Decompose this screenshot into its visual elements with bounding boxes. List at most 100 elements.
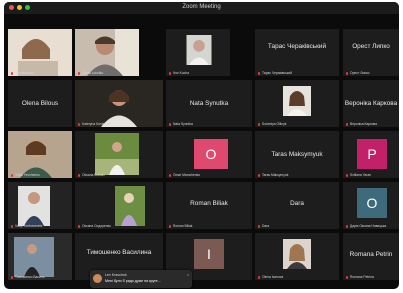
participant-tile[interactable]: Olena Bilous [8,80,72,127]
participant-label: Olena Lokotko [78,71,137,75]
chat-message: Мені було б радо дуже на круге... [105,279,161,283]
participant-avatar: I [194,239,224,269]
participant-label: Орест Липко [346,71,397,75]
participant-name: Nata Synutka [189,100,229,107]
participant-label: Оксана Сидоренко [78,224,161,228]
participant-name: Вероніка Каркова [344,100,398,107]
participant-label: Omar Mamchenko [169,173,250,177]
participant-video [75,29,139,76]
participant-label: Taras Maksymyuk [258,173,337,177]
video-grid: Щербишина Olena Lokotko Ihor Kucha Тарас… [4,16,399,289]
participant-tile[interactable]: Taras Maksymyuk Taras Maksymyuk [255,131,339,178]
participant-name: Taras Maksymyuk [271,151,323,158]
sender-avatar [93,274,102,283]
participant-label: Solomiya Oliinyk [258,122,337,126]
participant-label: Roman Biliak [169,224,250,228]
participant-tile[interactable]: Тарас Чераківський Тарас Чераківський [255,29,339,76]
participant-tile[interactable]: Орест Липко Орест Липко [343,29,399,76]
participant-tile[interactable]: Щербишина [8,29,72,76]
participant-name: Тимошенко Василина [86,249,152,256]
muted-mic-icon [11,224,13,228]
participant-name: Olena Bilous [21,100,59,107]
muted-mic-icon [11,71,13,75]
participant-avatar: P [357,139,387,169]
participant-label: Romana Petrina [346,275,397,279]
participant-video [8,131,72,178]
participant-name: Тарас Чераківський [267,43,327,50]
participant-label: Nata Synutka [169,122,250,126]
muted-mic-icon [78,71,80,75]
muted-mic-icon [169,71,171,75]
participant-video [8,29,72,76]
muted-mic-icon [11,173,13,177]
participant-video [186,35,212,65]
muted-mic-icon [258,71,260,75]
participant-tile[interactable]: Тимошенко Василь [8,233,72,280]
muted-mic-icon [258,275,260,279]
muted-mic-icon [169,122,171,126]
participant-avatar: O [194,139,228,169]
participant-video [75,80,163,127]
participant-video [8,182,72,229]
participant-tile-active-speaker[interactable]: Kateryna Kostenko [75,80,163,127]
muted-mic-icon [346,122,348,126]
participant-tile[interactable]: Dara Dara [255,182,339,229]
participant-video [75,182,163,229]
participant-name: Орест Липко [352,43,390,50]
close-icon[interactable]: × [187,272,189,277]
muted-mic-icon [169,173,171,177]
muted-mic-icon [346,71,348,75]
participant-label: Тарас Чераківський [258,71,337,75]
participant-tile[interactable]: Оксана Сидоренко [75,182,163,229]
participant-label: Щербишина [11,71,70,75]
muted-mic-icon [11,275,13,279]
window-title: Zoom Meeting [182,4,221,10]
participant-label: Тимошенко Василь [11,275,70,279]
participant-tile[interactable]: Oksana Bokaliv [75,131,163,178]
participant-tile[interactable]: Olena Lokotko [75,29,139,76]
participant-video [8,233,72,280]
participant-name: Romana Petrin [349,251,393,258]
participant-tile[interactable]: Romana Petrin Romana Petrina [343,233,399,280]
participant-label: Oksana Bokaliv [78,173,161,177]
participant-label: Вероніка Каркова [346,122,397,126]
muted-mic-icon [346,224,348,228]
participant-video [75,131,163,178]
participant-label: Dara [258,224,337,228]
title-bar: Zoom Meeting [4,2,399,14]
participant-label: Svitlana Yaran [346,173,397,177]
muted-mic-icon [78,122,80,126]
muted-mic-icon [258,173,260,177]
participant-tile[interactable]: O Omar Mamchenko [166,131,252,178]
muted-mic-icon [346,275,348,279]
participant-label: Olena Ivanova [258,275,337,279]
participant-video [283,86,311,116]
participant-tile[interactable]: Vasyl Karbovanets [8,182,72,229]
chat-sender: Lev Kravchuk [105,273,127,277]
participant-tile[interactable]: Вероніка Каркова Вероніка Каркова [343,80,399,127]
chat-notification[interactable]: Lev Kravchuk Мені було б радо дуже на кр… [90,270,192,288]
participant-tile[interactable]: Ihor Kucha [166,29,230,76]
zoom-window: Zoom Meeting Щербишина Olena Lokotko Iho… [4,2,399,289]
participant-video [283,239,311,269]
participant-label: Kateryna Kostenko [78,122,161,126]
participant-label: Дарія Оксана Новицька [346,224,397,228]
muted-mic-icon [346,173,348,177]
participant-tile[interactable]: O Дарія Оксана Новицька [343,182,399,229]
participant-tile[interactable]: Nata Synutka Nata Synutka [166,80,252,127]
muted-mic-icon [258,122,260,126]
participant-tile[interactable]: Roman Biliak Roman Biliak [166,182,252,229]
participant-tile[interactable]: Yuliia Yevchenko [8,131,72,178]
participant-avatar: O [357,188,387,218]
participant-label: Ihor Kucha [169,71,228,75]
muted-mic-icon [78,173,80,177]
participant-tile[interactable]: P Svitlana Yaran [343,131,399,178]
muted-mic-icon [169,224,171,228]
participant-label: Vasyl Karbovanets [11,224,70,228]
muted-mic-icon [258,224,260,228]
participant-label: Yuliia Yevchenko [11,173,70,177]
participant-tile[interactable]: Solomiya Oliinyk [255,80,339,127]
participant-name: Dara [290,200,304,207]
participant-tile[interactable]: Olena Ivanova [255,233,339,280]
muted-mic-icon [78,224,80,228]
